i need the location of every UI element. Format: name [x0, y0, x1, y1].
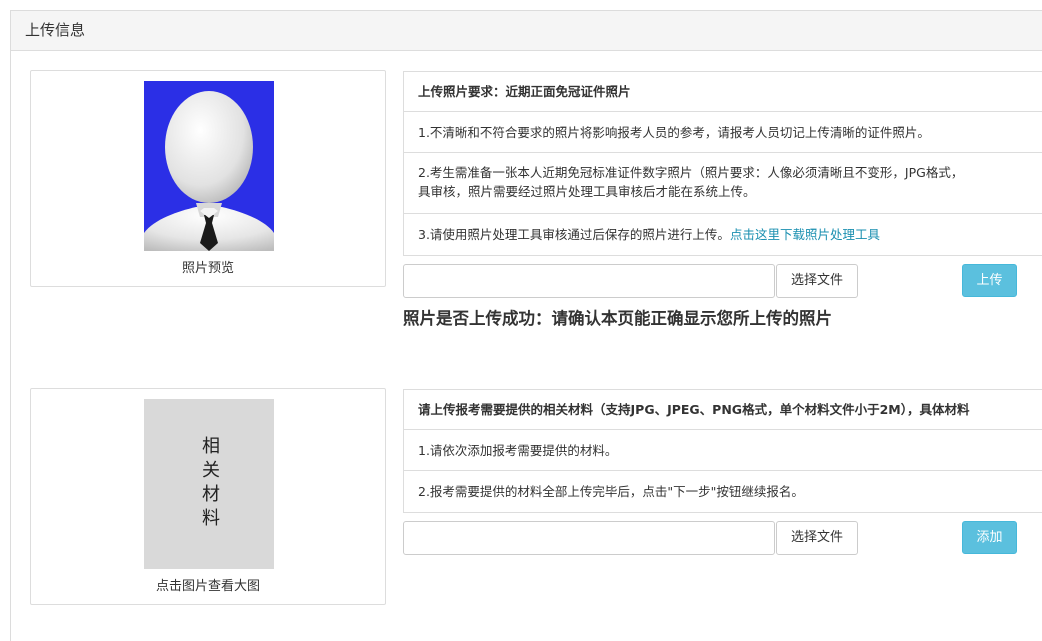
photo-file-input[interactable]	[403, 264, 775, 298]
photo-requirement-item-3: 3.请使用照片处理工具审核通过后保存的照片进行上传。点击这里下载照片处理工具	[404, 214, 1042, 255]
photo-upload-button[interactable]: 上传	[962, 264, 1017, 297]
photo-requirement-item-2-line-2: 具审核，照片需要经过照片处理工具审核后才能在系统上传。	[418, 184, 756, 199]
panel-title: 上传信息	[11, 11, 1042, 51]
photo-choose-file-button[interactable]: 选择文件	[776, 264, 858, 298]
material-requirement-item-1: 1.请依次添加报考需要提供的材料。	[404, 430, 1042, 471]
photo-preview-card: 照片预览	[30, 70, 386, 287]
material-preview-card: 相关材料 点击图片查看大图	[30, 388, 386, 605]
material-add-button[interactable]: 添加	[962, 521, 1017, 554]
photo-requirements-table: 上传照片要求：近期正面免冠证件照片 1.不清晰和不符合要求的照片将影响报考人员的…	[403, 71, 1042, 256]
photo-preview-caption: 照片预览	[181, 261, 234, 276]
photo-upload-notice: 照片是否上传成功：请确认本页能正确显示您所上传的照片	[403, 309, 832, 328]
material-preview-image[interactable]: 相关材料	[144, 399, 274, 569]
material-requirements-table: 请上传报考需要提供的相关材料（支持JPG、JPEG、PNG格式，单个材料文件小于…	[403, 389, 1042, 513]
photo-requirements-header: 上传照片要求：近期正面免冠证件照片	[404, 72, 1042, 112]
download-photo-tool-link[interactable]: 点击这里下载照片处理工具	[730, 227, 880, 242]
default-avatar-icon	[144, 91, 274, 251]
material-requirements-header: 请上传报考需要提供的相关材料（支持JPG、JPEG、PNG格式，单个材料文件小于…	[404, 390, 1042, 430]
photo-preview-image[interactable]	[144, 81, 274, 251]
photo-requirement-item-2: 2.考生需准备一张本人近期免冠标准证件数字照片（照片要求：人像必须清晰且不变形，…	[404, 153, 1042, 214]
material-requirement-item-2: 2.报考需要提供的材料全部上传完毕后，点击"下一步"按钮继续报名。	[418, 484, 804, 499]
material-file-input[interactable]	[403, 521, 775, 555]
material-preview-caption: 点击图片查看大图	[155, 579, 260, 594]
material-choose-file-button[interactable]: 选择文件	[776, 521, 858, 555]
photo-requirement-item-2-line-1: 2.考生需准备一张本人近期免冠标准证件数字照片（照片要求：人像必须清晰且不变形，…	[418, 165, 964, 180]
photo-requirement-item-1: 1.不清晰和不符合要求的照片将影响报考人员的参考，请报考人员切记上传清晰的证件照…	[404, 112, 1042, 153]
material-thumb-text: 相关材料	[199, 436, 220, 532]
photo-requirement-item-3-text: 3.请使用照片处理工具审核通过后保存的照片进行上传。	[418, 227, 730, 242]
